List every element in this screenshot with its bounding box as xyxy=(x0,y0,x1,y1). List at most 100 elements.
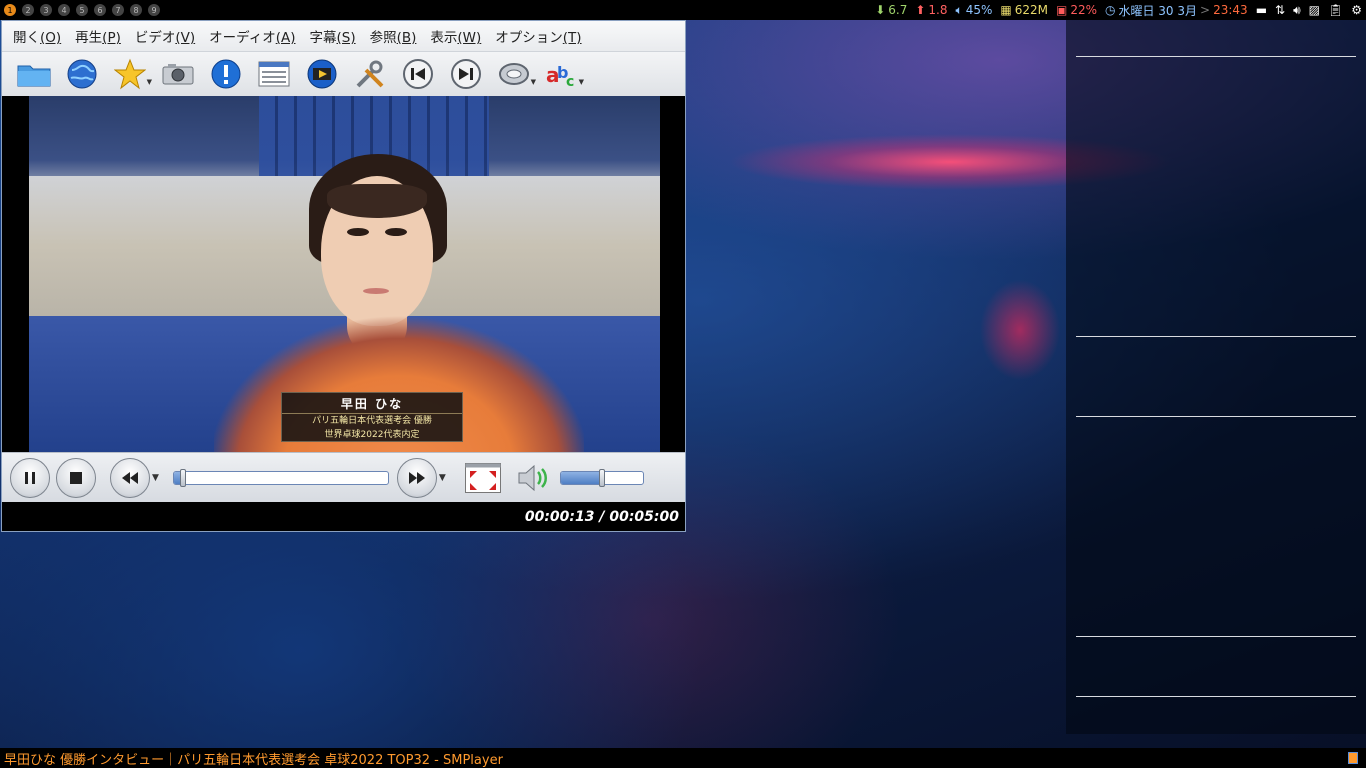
workspace-6[interactable]: 6 xyxy=(94,4,106,16)
date-text: 水曜日 30 3月 xyxy=(1118,3,1198,18)
system-monitor: ⬇ 6.7 ⬆ 1.8 🔈︎ 45% ▦ 622M ▣ 22% ◷ 水曜日 30… xyxy=(875,2,1362,19)
fullscreen-button[interactable] xyxy=(464,461,502,495)
conky-side-panel xyxy=(1066,20,1366,734)
pause-icon xyxy=(25,471,35,484)
volume-handle[interactable] xyxy=(598,468,605,487)
menu-audio[interactable]: オーディオ(A) xyxy=(202,26,302,46)
settings-gear-icon[interactable]: ⚙ xyxy=(1351,3,1362,17)
menu-browse[interactable]: 参照(B) xyxy=(363,26,424,46)
chevron-down-icon: ▼ xyxy=(530,78,536,86)
status-bar: 00:00:13 / 00:05:00 xyxy=(2,502,685,531)
open-url-button[interactable] xyxy=(58,54,106,94)
seek-slider[interactable] xyxy=(172,468,389,487)
player-bangs xyxy=(327,184,427,218)
caption-line-2: 世界卓球2022代表内定 xyxy=(324,430,420,440)
globe-icon xyxy=(67,59,97,89)
panel-divider xyxy=(1076,336,1356,337)
workspace-4[interactable]: 4 xyxy=(58,4,70,16)
playlist-icon xyxy=(258,61,290,87)
menu-view[interactable]: 表示(W) xyxy=(423,26,488,46)
menu-options[interactable]: オプション(T) xyxy=(488,26,588,46)
workspace-9[interactable]: 9 xyxy=(148,4,160,16)
time-display: 00:00:13 / 00:05:00 xyxy=(524,508,679,525)
volume-indicator: 🔈︎ 45% xyxy=(956,3,993,18)
playlist-button[interactable] xyxy=(250,54,298,94)
workspace-7[interactable]: 7 xyxy=(112,4,124,16)
chevron-down-icon: ▼ xyxy=(146,78,152,86)
preferences-button[interactable] xyxy=(346,54,394,94)
net-up-indicator: ⬆ 1.8 xyxy=(915,3,947,17)
fullscreen-icon xyxy=(464,462,501,493)
net-down-value: 6.7 xyxy=(888,3,908,17)
video-equalizer-button[interactable] xyxy=(298,54,346,94)
forward-icon xyxy=(408,471,425,484)
image-viewer-tray-icon[interactable]: ▨ xyxy=(1309,3,1320,17)
seek-handle[interactable] xyxy=(180,468,187,487)
keyboard-layout-icon[interactable]: ▬ xyxy=(1256,3,1267,17)
memory-chip-icon: ▦ xyxy=(1000,3,1012,17)
media-info-button[interactable] xyxy=(202,54,250,94)
mute-button[interactable] xyxy=(514,460,554,496)
video-area[interactable]: 早田 ひな パリ五輪日本代表選考会 優勝 世界卓球2022代表内定 xyxy=(2,96,685,452)
video-frame: 早田 ひな パリ五輪日本代表選考会 優勝 世界卓球2022代表内定 xyxy=(29,96,660,452)
menu-bar: 開く(O) 再生(P) ビデオ(V) オーディオ(A) 字幕(S) 参照(B) … xyxy=(2,21,685,51)
volume-value: 45% xyxy=(965,3,993,17)
upload-arrow-icon: ⬆ xyxy=(915,3,926,17)
caption-line-1: パリ五輪日本代表選考会 優勝 xyxy=(312,416,432,426)
chevron-down-icon: ▼ xyxy=(578,78,584,86)
stop-button[interactable] xyxy=(56,457,96,498)
screenshot-button[interactable] xyxy=(154,54,202,94)
active-window-title[interactable]: 早田ひな 優勝インタビュー｜パリ五輪日本代表選考会 卓球2022 TOP32 -… xyxy=(4,749,503,768)
cpu-icon: ▣ xyxy=(1055,3,1068,17)
volume-tray-icon[interactable]: 🔊︎ xyxy=(1293,3,1301,18)
speaker-volume-icon xyxy=(518,464,547,491)
pause-button[interactable] xyxy=(10,457,50,498)
menu-video[interactable]: ビデオ(V) xyxy=(128,26,202,46)
workspace-8[interactable]: 8 xyxy=(130,4,142,16)
workspace-2[interactable]: 2 xyxy=(22,4,34,16)
net-up-value: 1.8 xyxy=(928,3,948,17)
audio-track-button[interactable]: ▼ xyxy=(490,54,538,94)
clipboard-tray-icon[interactable]: 📋︎ xyxy=(1328,3,1343,17)
forward-button[interactable] xyxy=(396,457,437,498)
control-bar: ▼ ▼ xyxy=(2,452,685,502)
folder-icon xyxy=(17,65,51,87)
menu-open[interactable]: 開く(O) xyxy=(6,26,68,46)
volume-level-fill xyxy=(560,471,602,484)
workspace-5[interactable]: 5 xyxy=(76,4,88,16)
preferences-tools-icon xyxy=(356,60,384,88)
top-panel: 1 2 3 4 5 6 7 8 9 ⬇ 6.7 ⬆ 1.8 🔈︎ 45% ▦ 6… xyxy=(0,0,1366,20)
player-eye xyxy=(347,228,369,236)
favorites-button[interactable]: ▼ xyxy=(106,54,154,94)
open-file-button[interactable] xyxy=(10,54,58,94)
next-button[interactable] xyxy=(442,54,490,94)
desktop-pager-icon[interactable] xyxy=(1348,752,1358,764)
video-clip-icon xyxy=(307,59,337,89)
volume-slider[interactable] xyxy=(559,468,644,487)
subtitles-icon: abc xyxy=(546,63,574,90)
menu-subtitles[interactable]: 字幕(S) xyxy=(302,26,362,46)
previous-button[interactable] xyxy=(394,54,442,94)
date-time-separator: > xyxy=(1200,3,1211,17)
smplayer-window[interactable]: 開く(O) 再生(P) ビデオ(V) オーディオ(A) 字幕(S) 参照(B) … xyxy=(1,20,686,532)
memory-indicator: ▦ 622M xyxy=(1000,3,1048,17)
info-icon xyxy=(211,59,241,89)
panel-divider xyxy=(1076,56,1356,57)
next-icon xyxy=(451,59,481,89)
cpu-value: 22% xyxy=(1070,3,1097,17)
menu-play[interactable]: 再生(P) xyxy=(68,26,128,46)
panel-divider xyxy=(1076,696,1356,697)
caption-name: 早田 ひな xyxy=(282,395,462,414)
screenshot-camera-icon xyxy=(162,64,194,85)
panel-divider xyxy=(1076,416,1356,417)
rewind-options-chevron-icon[interactable]: ▼ xyxy=(152,473,159,483)
workspace-1[interactable]: 1 xyxy=(4,4,16,16)
subtitles-button[interactable]: abc ▼ xyxy=(538,54,586,94)
panel-divider xyxy=(1076,636,1356,637)
workspace-3[interactable]: 3 xyxy=(40,4,52,16)
network-transfer-icon[interactable]: ⇅ xyxy=(1275,3,1285,17)
clock[interactable]: ◷ 水曜日 30 3月 > 23:43 xyxy=(1105,2,1248,19)
rewind-button[interactable] xyxy=(110,457,150,498)
name-caption-overlay: 早田 ひな パリ五輪日本代表選考会 優勝 世界卓球2022代表内定 xyxy=(281,392,463,442)
forward-options-chevron-icon[interactable]: ▼ xyxy=(439,473,446,483)
